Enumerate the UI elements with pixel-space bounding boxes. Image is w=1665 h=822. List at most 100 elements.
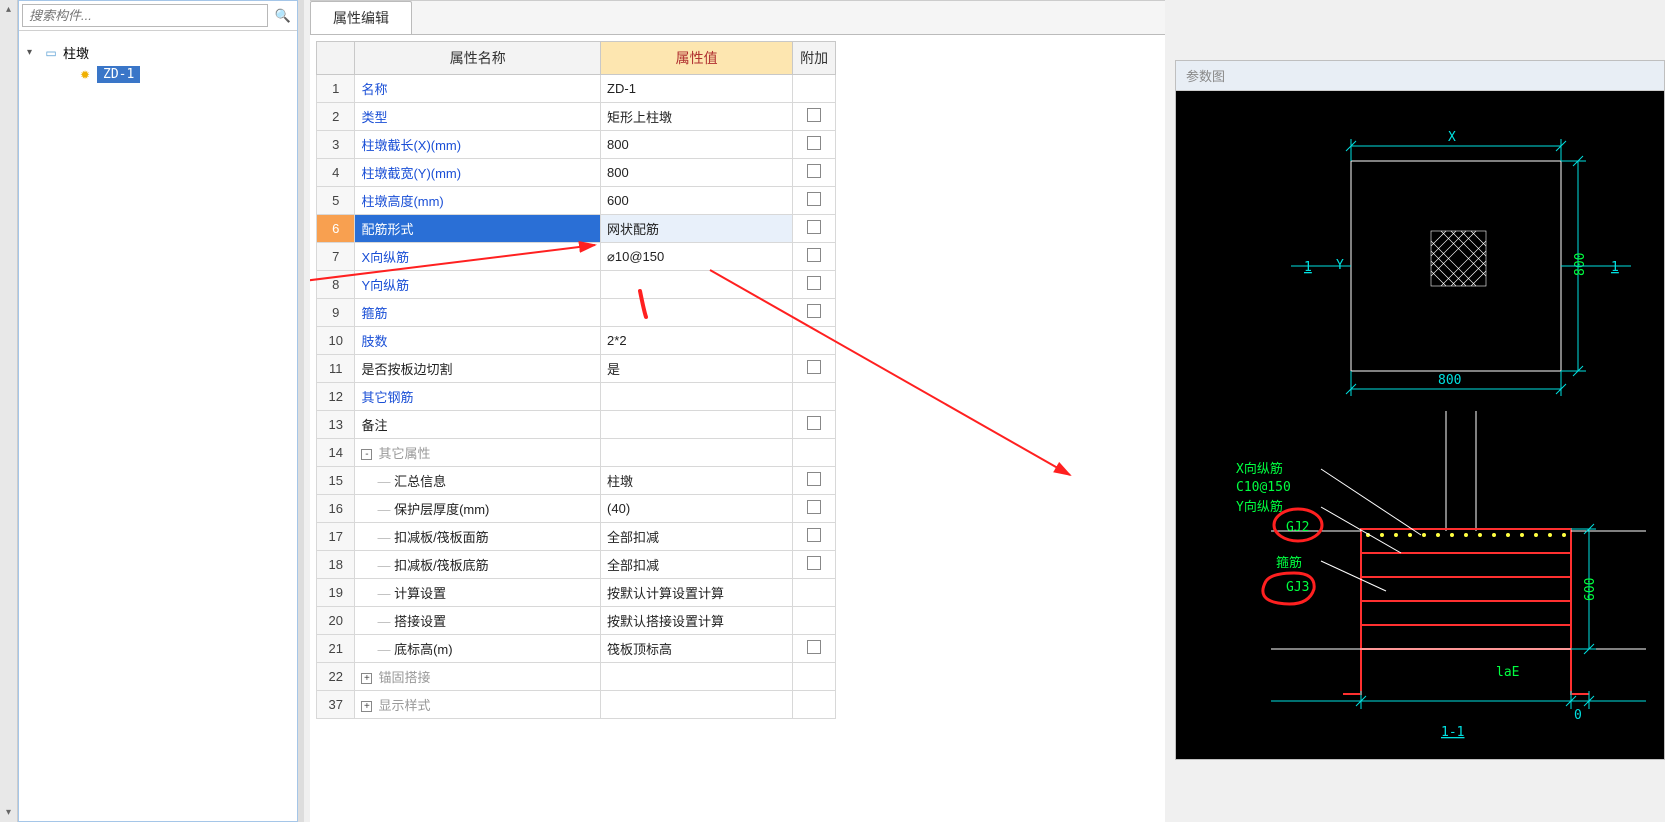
property-add-cell[interactable]: [793, 495, 836, 523]
property-name-cell[interactable]: — 汇总信息: [355, 467, 601, 495]
property-add-cell[interactable]: [793, 243, 836, 271]
checkbox-icon[interactable]: [807, 248, 821, 262]
tree-collapse-icon[interactable]: ▾: [27, 47, 39, 58]
property-add-cell[interactable]: [793, 215, 836, 243]
checkbox-icon[interactable]: [807, 416, 821, 430]
property-add-cell[interactable]: [793, 607, 836, 635]
property-name-cell[interactable]: — 底标高(m): [355, 635, 601, 663]
property-name-cell[interactable]: 是否按板边切割: [355, 355, 601, 383]
search-button[interactable]: 🔍: [272, 5, 294, 27]
scroll-up-icon[interactable]: ▴: [6, 4, 11, 15]
checkbox-icon[interactable]: [807, 472, 821, 486]
checkbox-icon[interactable]: [807, 500, 821, 514]
property-name-cell[interactable]: 名称: [355, 75, 601, 103]
property-name-cell[interactable]: -其它属性: [355, 439, 601, 467]
expand-toggle-icon[interactable]: +: [361, 701, 372, 712]
checkbox-icon[interactable]: [807, 640, 821, 654]
property-row[interactable]: 17— 扣减板/筏板面筋全部扣减: [317, 523, 836, 551]
property-row[interactable]: 37+显示样式: [317, 691, 836, 719]
property-row[interactable]: 11是否按板边切割是: [317, 355, 836, 383]
property-name-cell[interactable]: 柱墩高度(mm): [355, 187, 601, 215]
property-value-cell[interactable]: [601, 691, 793, 719]
checkbox-icon[interactable]: [807, 360, 821, 374]
property-value-cell[interactable]: [601, 411, 793, 439]
property-add-cell[interactable]: [793, 299, 836, 327]
property-name-cell[interactable]: 肢数: [355, 327, 601, 355]
property-value-cell[interactable]: ⌀10@150: [601, 243, 793, 271]
property-name-cell[interactable]: 其它钢筋: [355, 383, 601, 411]
scroll-down-icon[interactable]: ▾: [6, 807, 11, 818]
expand-toggle-icon[interactable]: -: [361, 449, 372, 460]
search-input[interactable]: [22, 4, 268, 27]
property-row[interactable]: 10肢数2*2: [317, 327, 836, 355]
property-name-cell[interactable]: 类型: [355, 103, 601, 131]
property-add-cell[interactable]: [793, 551, 836, 579]
property-row[interactable]: 22+锚固搭接: [317, 663, 836, 691]
property-add-cell[interactable]: [793, 663, 836, 691]
property-value-cell[interactable]: 全部扣减: [601, 523, 793, 551]
property-row[interactable]: 19— 计算设置按默认计算设置计算: [317, 579, 836, 607]
checkbox-icon[interactable]: [807, 556, 821, 570]
property-value-cell[interactable]: 按默认搭接设置计算: [601, 607, 793, 635]
property-add-cell[interactable]: [793, 159, 836, 187]
property-name-cell[interactable]: — 计算设置: [355, 579, 601, 607]
property-row[interactable]: 7X向纵筋⌀10@150: [317, 243, 836, 271]
property-row[interactable]: 20— 搭接设置按默认搭接设置计算: [317, 607, 836, 635]
property-value-cell[interactable]: (40): [601, 495, 793, 523]
property-name-cell[interactable]: — 保护层厚度(mm): [355, 495, 601, 523]
property-value-cell[interactable]: [601, 383, 793, 411]
property-add-cell[interactable]: [793, 75, 836, 103]
property-value-cell[interactable]: 矩形上柱墩: [601, 103, 793, 131]
property-add-cell[interactable]: [793, 131, 836, 159]
property-row[interactable]: 6配筋形式网状配筋: [317, 215, 836, 243]
property-name-cell[interactable]: — 扣减板/筏板底筋: [355, 551, 601, 579]
property-value-cell[interactable]: [601, 439, 793, 467]
property-row[interactable]: 8Y向纵筋: [317, 271, 836, 299]
property-add-cell[interactable]: [793, 187, 836, 215]
property-value-cell[interactable]: ZD-1: [601, 75, 793, 103]
property-row[interactable]: 16— 保护层厚度(mm)(40): [317, 495, 836, 523]
checkbox-icon[interactable]: [807, 528, 821, 542]
property-add-cell[interactable]: [793, 411, 836, 439]
property-row[interactable]: 3柱墩截长(X)(mm)800: [317, 131, 836, 159]
tree-item-zd1[interactable]: ✹ ZD-1: [27, 64, 289, 85]
cad-canvas[interactable]: X 800 Y 800 1 1: [1176, 91, 1664, 759]
property-row[interactable]: 13备注: [317, 411, 836, 439]
property-value-cell[interactable]: 筏板顶标高: [601, 635, 793, 663]
checkbox-icon[interactable]: [807, 164, 821, 178]
property-row[interactable]: 2类型矩形上柱墩: [317, 103, 836, 131]
property-add-cell[interactable]: [793, 439, 836, 467]
property-name-cell[interactable]: 柱墩截长(X)(mm): [355, 131, 601, 159]
property-name-cell[interactable]: Y向纵筋: [355, 271, 601, 299]
property-add-cell[interactable]: [793, 467, 836, 495]
property-value-cell[interactable]: 按默认计算设置计算: [601, 579, 793, 607]
property-value-cell[interactable]: [601, 663, 793, 691]
property-value-cell[interactable]: [601, 299, 793, 327]
property-row[interactable]: 21— 底标高(m)筏板顶标高: [317, 635, 836, 663]
property-value-cell[interactable]: 600: [601, 187, 793, 215]
property-row[interactable]: 1名称ZD-1: [317, 75, 836, 103]
expand-toggle-icon[interactable]: +: [361, 673, 372, 684]
property-add-cell[interactable]: [793, 271, 836, 299]
property-row[interactable]: 4柱墩截宽(Y)(mm)800: [317, 159, 836, 187]
property-row[interactable]: 12其它钢筋: [317, 383, 836, 411]
property-add-cell[interactable]: [793, 579, 836, 607]
property-row[interactable]: 14-其它属性: [317, 439, 836, 467]
property-add-cell[interactable]: [793, 355, 836, 383]
checkbox-icon[interactable]: [807, 192, 821, 206]
property-add-cell[interactable]: [793, 327, 836, 355]
property-add-cell[interactable]: [793, 523, 836, 551]
property-value-cell[interactable]: 网状配筋: [601, 215, 793, 243]
checkbox-icon[interactable]: [807, 276, 821, 290]
checkbox-icon[interactable]: [807, 136, 821, 150]
property-value-cell[interactable]: 柱墩: [601, 467, 793, 495]
property-value-cell[interactable]: 全部扣减: [601, 551, 793, 579]
property-name-cell[interactable]: — 扣减板/筏板面筋: [355, 523, 601, 551]
property-name-cell[interactable]: 配筋形式: [355, 215, 601, 243]
property-value-cell[interactable]: 2*2: [601, 327, 793, 355]
property-name-cell[interactable]: +锚固搭接: [355, 663, 601, 691]
property-name-cell[interactable]: +显示样式: [355, 691, 601, 719]
property-name-cell[interactable]: — 搭接设置: [355, 607, 601, 635]
property-name-cell[interactable]: 箍筋: [355, 299, 601, 327]
splitter[interactable]: [298, 0, 304, 822]
